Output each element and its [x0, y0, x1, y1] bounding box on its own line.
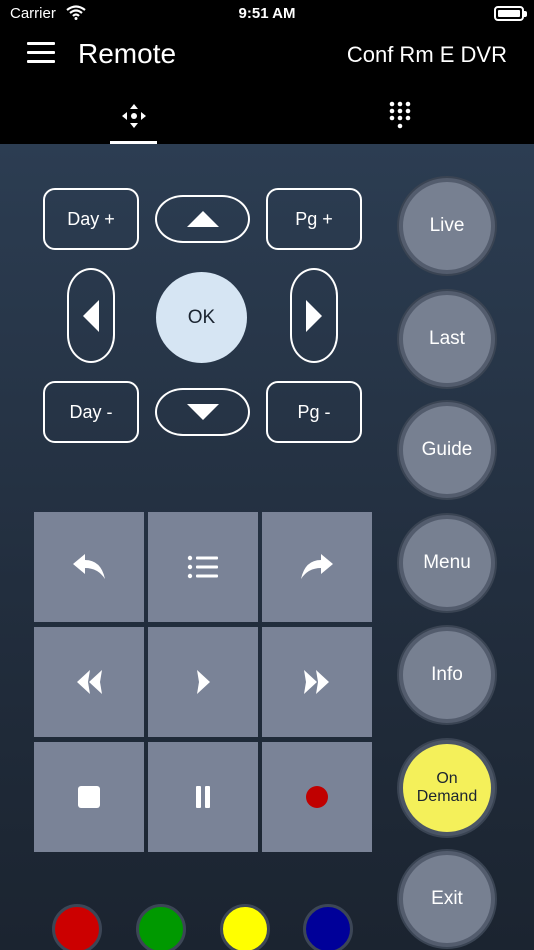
up-arrow-icon — [186, 211, 219, 227]
nav-bar: Remote Conf Rm E DVR — [0, 28, 534, 88]
play-icon — [197, 670, 210, 694]
yellow-button[interactable] — [220, 904, 270, 950]
stop-button[interactable] — [34, 742, 144, 852]
back-button[interactable] — [34, 512, 144, 622]
record-icon — [306, 786, 328, 808]
green-button[interactable] — [136, 904, 186, 950]
remote-panel: Day + Pg + OK Day - Pg - Live Last Guide… — [0, 144, 534, 950]
page-plus-button[interactable]: Pg + — [266, 188, 362, 250]
pause-icon — [196, 786, 210, 808]
down-arrow-icon — [186, 404, 219, 420]
status-bar: Carrier 9:51 AM — [0, 0, 534, 28]
on-demand-label-line1: On — [436, 770, 458, 788]
list-button[interactable] — [148, 512, 258, 622]
fast-forward-button[interactable] — [262, 627, 372, 737]
tab-dpad[interactable] — [74, 88, 194, 144]
info-button[interactable]: Info — [399, 627, 495, 723]
pause-button[interactable] — [148, 742, 258, 852]
guide-button[interactable]: Guide — [399, 402, 495, 498]
forward-button[interactable] — [262, 512, 372, 622]
battery-icon — [494, 6, 527, 21]
play-button[interactable] — [148, 627, 258, 737]
back-icon — [73, 554, 105, 579]
clock: 9:51 AM — [238, 5, 296, 22]
list-icon — [187, 555, 218, 579]
down-button[interactable] — [155, 388, 250, 436]
right-arrow-icon — [306, 299, 322, 332]
rewind-button[interactable] — [34, 627, 144, 737]
left-button[interactable] — [67, 268, 115, 363]
tab-bar — [0, 88, 534, 144]
blue-button[interactable] — [303, 904, 353, 950]
on-demand-label-line2: Demand — [416, 788, 478, 805]
dpad-icon — [122, 104, 146, 128]
page-minus-button[interactable]: Pg - — [266, 381, 362, 443]
live-button[interactable]: Live — [399, 178, 495, 274]
last-button[interactable]: Last — [399, 291, 495, 387]
left-arrow-icon — [83, 299, 99, 332]
red-button[interactable] — [52, 904, 102, 950]
ok-button[interactable]: OK — [156, 272, 247, 363]
rewind-icon — [77, 670, 102, 694]
forward-icon — [301, 554, 333, 579]
up-button[interactable] — [155, 195, 250, 243]
tab-keypad[interactable] — [340, 88, 460, 144]
right-button[interactable] — [290, 268, 338, 363]
exit-button[interactable]: Exit — [399, 851, 495, 947]
on-demand-button[interactable]: On Demand — [399, 740, 495, 836]
hamburger-menu-icon[interactable] — [27, 42, 55, 64]
stop-icon — [78, 786, 100, 808]
day-minus-button[interactable]: Day - — [43, 381, 139, 443]
fast-forward-icon — [304, 670, 329, 694]
record-button[interactable] — [262, 742, 372, 852]
page-title: Remote — [78, 38, 177, 69]
keypad-icon — [389, 101, 411, 129]
menu-button[interactable]: Menu — [399, 515, 495, 611]
day-plus-button[interactable]: Day + — [43, 188, 139, 250]
device-name[interactable]: Conf Rm E DVR — [347, 42, 507, 68]
